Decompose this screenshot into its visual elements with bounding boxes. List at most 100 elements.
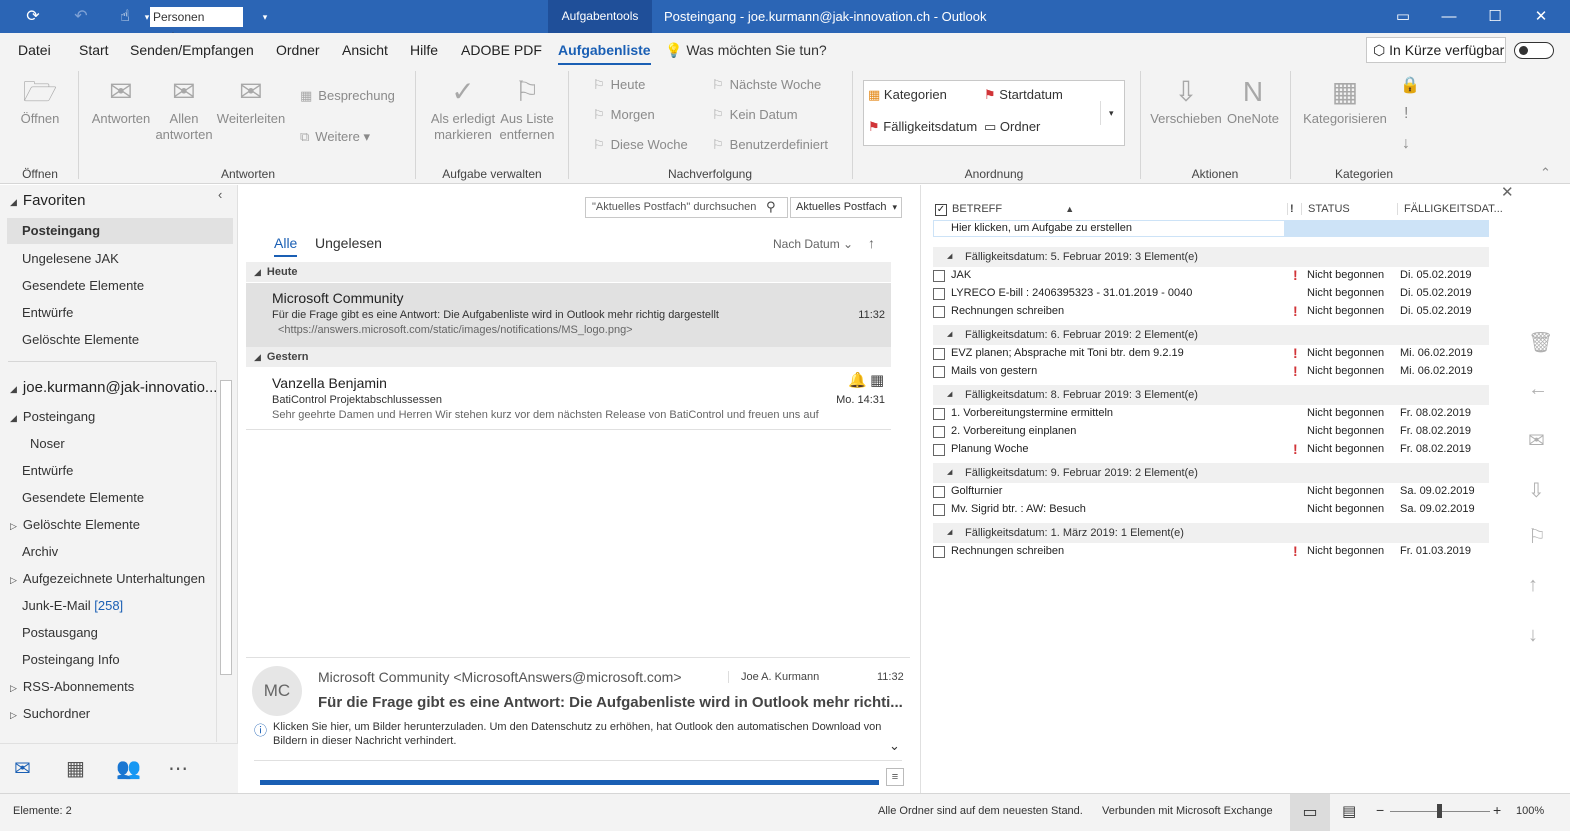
flag-tomorrow-button[interactable]: ⚐ Morgen: [593, 107, 655, 123]
mail-icon[interactable]: ✉: [14, 756, 31, 781]
folder-scrollbar[interactable]: [216, 362, 234, 742]
tab-adobe-pdf[interactable]: ADOBE PDF: [461, 33, 542, 67]
remove-from-list-button[interactable]: ⚐ Aus Liste entfernen: [496, 77, 558, 143]
people-icon[interactable]: 👥: [116, 756, 141, 781]
task-row[interactable]: Rechnungen schreiben! Nicht begonnen Fr. 0…: [933, 543, 1491, 561]
folder-noser[interactable]: Noser: [30, 436, 65, 451]
move-to-folder-icon[interactable]: ⇩: [1528, 478, 1545, 503]
new-task-input[interactable]: Hier klicken, um Aufgabe zu erstellen: [933, 220, 1285, 237]
tab-hilfe[interactable]: Hilfe: [410, 33, 438, 67]
arrange-categories[interactable]: ▦ Kategorien: [868, 87, 947, 103]
people-search-input[interactable]: Personen suchen: [150, 7, 243, 44]
onenote-button[interactable]: N OneNote: [1222, 77, 1284, 127]
more-icon[interactable]: ⋯: [168, 756, 188, 781]
collapse-ribbon-icon[interactable]: ⌃: [1540, 165, 1551, 181]
normal-view-icon[interactable]: ▭: [1290, 794, 1330, 831]
coming-soon-button[interactable]: ⬡ In Kürze verfügbar: [1366, 37, 1506, 63]
task-group-header[interactable]: Fälligkeitsdatum: 6. Februar 2019: 2 Ele…: [933, 325, 1489, 345]
task-checkbox[interactable]: [933, 306, 945, 318]
tab-ansicht[interactable]: Ansicht: [342, 33, 388, 67]
scroll-toggle-icon[interactable]: ≡: [886, 768, 904, 786]
select-all-checkbox[interactable]: ✓: [935, 204, 947, 216]
task-checkbox[interactable]: [933, 270, 945, 282]
task-checkbox[interactable]: [933, 504, 945, 516]
sort-direction-icon[interactable]: ↑: [868, 235, 875, 251]
reading-recipient[interactable]: Joe A. Kurmann: [728, 671, 819, 683]
flag-custom-button[interactable]: ⚐ Benutzerdefiniert: [712, 137, 828, 153]
list-item[interactable]: Microsoft Community Für die Frage gibt e…: [246, 283, 891, 347]
previous-item-icon[interactable]: ↑: [1528, 574, 1538, 597]
zoom-level[interactable]: 100%: [1516, 805, 1544, 817]
task-row[interactable]: EVZ planen; Absprache mit Toni btr. dem …: [933, 345, 1491, 363]
task-row[interactable]: Mails von gestern! Nicht begonnen Mi. 06.0…: [933, 363, 1491, 381]
new-task-row[interactable]: Hier klicken, um Aufgabe zu erstellen: [933, 220, 1489, 237]
info-bar-line1[interactable]: Klicken Sie hier, um Bilder herunterzula…: [273, 721, 881, 733]
task-row[interactable]: JAK! Nicht begonnen Di. 05.02.2019: [933, 267, 1491, 285]
folder-postausgang[interactable]: Postausgang: [22, 625, 98, 640]
fav-geloeschte[interactable]: Gelöschte Elemente: [22, 332, 139, 347]
column-subject[interactable]: BETREFF ▲: [952, 203, 1074, 215]
maximize-button[interactable]: ☐: [1472, 0, 1518, 33]
flag-no-date-button[interactable]: ⚐ Kein Datum: [712, 107, 798, 123]
calendar-icon[interactable]: ▦: [66, 756, 85, 781]
task-checkbox[interactable]: [933, 546, 945, 558]
meeting-button[interactable]: ▦ Besprechung: [300, 88, 395, 104]
list-item[interactable]: Vanzella Benjamin BatiControl Projektabs…: [246, 368, 891, 430]
folder-archiv[interactable]: Archiv: [22, 544, 58, 559]
search-scope-dropdown[interactable]: Aktuelles Postfach ▾: [790, 197, 902, 218]
task-group-header[interactable]: Fälligkeitsdatum: 1. März 2019: 1 Elemen…: [933, 523, 1489, 543]
zoom-thumb[interactable]: [1437, 804, 1442, 818]
info-bar-line2[interactable]: Bildern in dieser Nachricht verhindert.: [273, 735, 456, 747]
fav-ungelesene-jak[interactable]: Ungelesene JAK: [22, 251, 119, 266]
search-icon[interactable]: ⚲: [766, 199, 776, 215]
search-input[interactable]: "Aktuelles Postfach" durchsuchen: [585, 197, 788, 218]
tab-all[interactable]: Alle: [274, 235, 298, 257]
reading-view-icon[interactable]: ▤: [1342, 802, 1356, 820]
arrange-due-date[interactable]: ⚑ Fälligkeitsdatum: [868, 119, 977, 135]
task-checkbox[interactable]: [933, 486, 945, 498]
folder-junk[interactable]: Junk-E-Mail [258]: [22, 598, 123, 613]
reply-arrow-icon[interactable]: ←: [1528, 378, 1548, 401]
refresh-icon[interactable]: ⟳: [22, 6, 44, 28]
task-group-header[interactable]: Fälligkeitsdatum: 8. Februar 2019: 3 Ele…: [933, 385, 1489, 405]
arrange-start-date[interactable]: ⚑ Startdatum: [984, 87, 1063, 103]
close-pane-icon[interactable]: ✕: [1501, 183, 1514, 201]
folder-aufgezeichnete[interactable]: ▷ Aufgezeichnete Unterhaltungen: [10, 571, 205, 586]
close-button[interactable]: ✕: [1518, 0, 1564, 33]
move-button[interactable]: ⇩ Verschieben: [1150, 77, 1222, 127]
customize-qat-icon[interactable]: ▾: [254, 6, 276, 28]
high-importance-icon[interactable]: !: [1404, 105, 1408, 123]
folder-suchordner[interactable]: ▷ Suchordner: [10, 706, 90, 721]
task-checkbox[interactable]: [933, 408, 945, 420]
coming-soon-toggle[interactable]: [1514, 42, 1554, 59]
task-row[interactable]: Planung Woche! Nicht begonnen Fr. 08.02.20…: [933, 441, 1491, 459]
more-respond-button[interactable]: ⧉ Weitere ▾: [300, 129, 370, 145]
flag-action-icon[interactable]: ⚐: [1528, 524, 1546, 549]
fav-entwuerfe[interactable]: Entwürfe: [22, 305, 73, 320]
collapse-pane-icon[interactable]: ‹: [218, 187, 222, 202]
task-row[interactable]: Golfturnier Nicht begonnen Sa. 09.02.2019: [933, 483, 1491, 501]
arrangement-expand-icon[interactable]: ▾: [1100, 101, 1114, 125]
arrange-folder[interactable]: ▭ Ordner: [984, 119, 1040, 135]
folder-rss[interactable]: ▷ RSS-Abonnements: [10, 679, 134, 694]
mark-complete-button[interactable]: ✓ Als erledigt markieren: [426, 77, 500, 143]
envelope-icon[interactable]: ✉: [1528, 428, 1545, 453]
folder-geloeschte[interactable]: ▷ Gelöschte Elemente: [10, 517, 140, 532]
task-row[interactable]: Rechnungen schreiben! Nicht begonnen Di. 0…: [933, 303, 1491, 321]
zoom-in-button[interactable]: +: [1493, 802, 1501, 818]
next-item-icon[interactable]: ↓: [1528, 624, 1538, 647]
expand-header-icon[interactable]: ⌄: [889, 738, 900, 754]
group-header-today[interactable]: ◢ Heute: [246, 262, 891, 282]
group-header-yesterday[interactable]: ◢ Gestern: [246, 347, 891, 367]
fav-gesendete[interactable]: Gesendete Elemente: [22, 278, 144, 293]
account-header[interactable]: ◢ joe.kurmann@jak-innovatio...: [10, 379, 217, 396]
tell-me-box[interactable]: 💡 Was möchten Sie tun?: [665, 33, 827, 67]
lock-icon[interactable]: 🔒: [1400, 75, 1420, 95]
undo-icon[interactable]: ↶: [70, 6, 92, 28]
column-status[interactable]: STATUS: [1301, 203, 1350, 215]
flag-next-week-button[interactable]: ⚐ Nächste Woche: [712, 77, 821, 93]
task-checkbox[interactable]: [933, 288, 945, 300]
tab-datei[interactable]: Datei: [18, 33, 51, 67]
task-checkbox[interactable]: [933, 348, 945, 360]
tab-senden-empfangen[interactable]: Senden/Empfangen: [130, 33, 254, 67]
